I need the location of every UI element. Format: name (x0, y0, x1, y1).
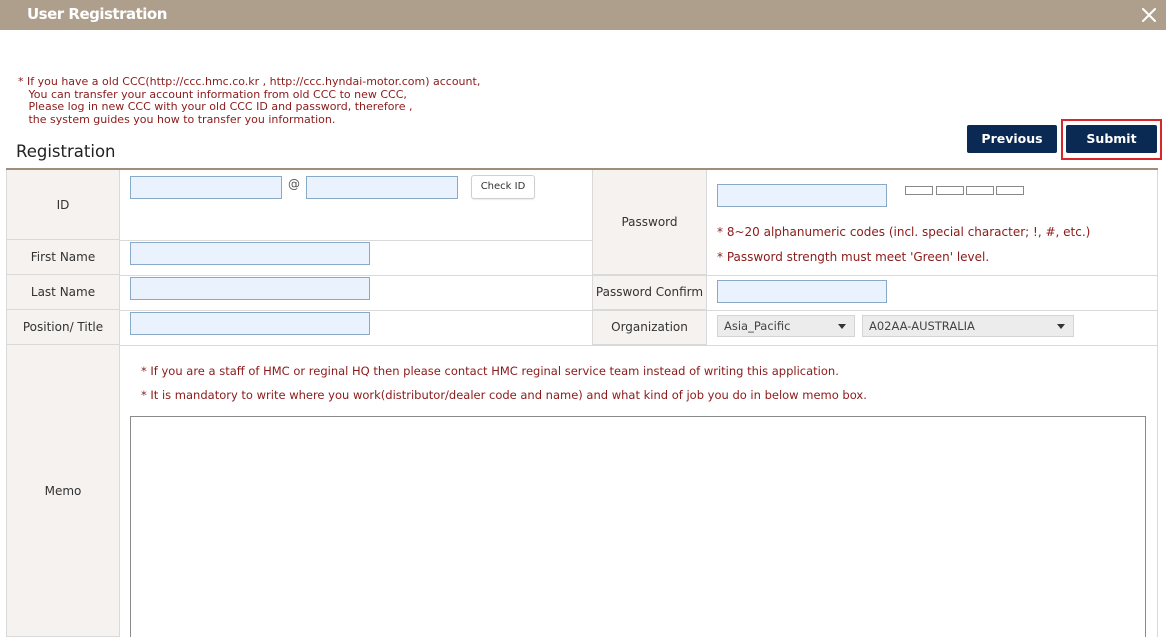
organization-select-value: A02AA-AUSTRALIA (869, 319, 975, 333)
submit-highlight-box (1061, 119, 1162, 160)
password-hint-strength: * Password strength must meet 'Green' le… (717, 250, 990, 264)
close-icon[interactable] (1138, 4, 1160, 26)
memo-textarea[interactable] (130, 416, 1146, 637)
first-name-label: First Name (7, 240, 119, 275)
organization-select[interactable]: A02AA-AUSTRALIA (862, 315, 1074, 337)
grid-line (119, 275, 1158, 276)
id-label: ID (7, 170, 119, 240)
first-name-input[interactable] (130, 242, 370, 265)
notice-line: Please log in new CCC with your old CCC … (18, 100, 413, 114)
password-strength-bar (936, 186, 964, 195)
grid-line (119, 345, 1158, 346)
chevron-down-icon (838, 324, 846, 329)
at-sign: @ (288, 177, 300, 191)
password-strength-bar (996, 186, 1024, 195)
notice-line: the system guides you how to transfer yo… (18, 112, 336, 126)
grid-line (592, 170, 593, 345)
notice-line: * If you have a old CCC(http://ccc.hmc.c… (18, 75, 481, 88)
region-select[interactable]: Asia_Pacific (717, 315, 855, 337)
password-confirm-label: Password Confirm (593, 275, 706, 310)
password-input[interactable] (717, 184, 887, 207)
window-title: User Registration (27, 5, 167, 23)
password-confirm-input[interactable] (717, 280, 887, 303)
grid-line (119, 310, 1158, 311)
position-input[interactable] (130, 312, 370, 335)
last-name-label: Last Name (7, 275, 119, 310)
password-strength-bar (905, 186, 933, 195)
id-local-input[interactable] (130, 176, 282, 199)
last-name-input[interactable] (130, 277, 370, 300)
password-hint-length: * 8~20 alphanumeric codes (incl. special… (717, 225, 1091, 239)
transfer-notice: * If you have a old CCC(http://ccc.hmc.c… (18, 75, 481, 126)
previous-button[interactable]: Previous (967, 125, 1057, 153)
grid-line (706, 170, 707, 345)
memo-hint-staff: * If you are a staff of HMC or reginal H… (141, 364, 839, 378)
grid-line (119, 240, 592, 241)
position-label: Position/ Title (7, 310, 119, 345)
section-title: Registration (16, 142, 116, 161)
id-domain-input[interactable] (306, 176, 458, 199)
password-label: Password (593, 170, 706, 275)
region-select-value: Asia_Pacific (724, 319, 791, 333)
memo-hint-mandatory: * It is mandatory to write where you wor… (141, 388, 867, 402)
password-strength-bar (966, 186, 994, 195)
chevron-down-icon (1057, 324, 1065, 329)
organization-label: Organization (593, 310, 706, 345)
title-bar: User Registration (0, 0, 1166, 30)
memo-label: Memo (7, 345, 119, 637)
check-id-button[interactable]: Check ID (471, 175, 535, 199)
